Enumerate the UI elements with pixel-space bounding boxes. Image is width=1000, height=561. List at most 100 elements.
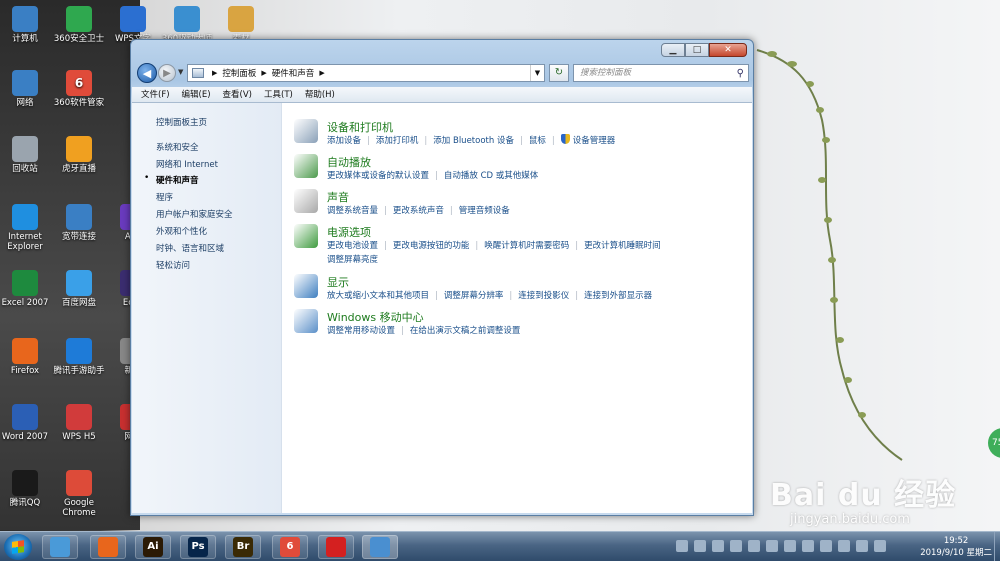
category-icon[interactable] [294,189,318,213]
category-title[interactable]: 电源选项 [327,224,371,240]
menu-help[interactable]: 帮助(H) [305,87,335,102]
chevron-right-icon[interactable]: ▶ [261,69,266,77]
tray-icon[interactable] [802,540,814,552]
sidebar-item-ease-of-access[interactable]: 轻松访问 [156,259,190,271]
category-link[interactable]: 调整屏幕分辨率 [444,291,504,301]
category-link[interactable]: 更改电源按钮的功能 [393,241,470,251]
sidebar-item-programs[interactable]: 程序 [156,191,173,203]
category-title[interactable]: 显示 [327,274,349,290]
category-icon[interactable] [294,274,318,298]
search-icon[interactable]: ⚲ [737,66,744,82]
breadcrumb-control-panel[interactable]: 控制面板 [222,67,256,79]
chevron-right-icon[interactable]: ▶ [319,69,324,77]
category-link[interactable]: 放大或缩小文本和其他项目 [327,291,429,301]
category-title[interactable]: Windows 移动中心 [327,309,424,325]
sidebar-home-link[interactable]: 控制面板主页 [156,116,207,128]
network-icon[interactable] [856,540,868,552]
menu-view[interactable]: 查看(V) [223,87,252,102]
menu-file[interactable]: 文件(F) [141,87,170,102]
tray-icon[interactable] [730,540,742,552]
maximize-button[interactable]: □ [685,43,709,57]
refresh-button[interactable]: ↻ [549,64,569,82]
category-icon[interactable] [294,309,318,333]
desktop-icon[interactable]: Google Chrome [52,470,106,518]
sidebar-item-appearance[interactable]: 外观和个性化 [156,225,207,237]
address-bar[interactable]: ▶ 控制面板 ▶ 硬件和声音 ▶ ▼ [187,64,545,82]
tray-icon[interactable] [820,540,832,552]
category-link[interactable]: 更改电池设置 [327,241,378,251]
taskbar-app-button[interactable]: Ai [135,535,171,559]
category-link[interactable]: 鼠标 [529,136,546,146]
sidebar-item-hardware-sound[interactable]: 硬件和声音 [156,174,199,186]
category-title[interactable]: 自动播放 [327,154,371,170]
desktop-icon[interactable]: Excel 2007 [0,270,52,308]
back-button[interactable]: ◀ [137,63,157,83]
volume-icon[interactable] [874,540,886,552]
taskbar-app-button[interactable] [362,535,398,559]
category-link[interactable]: 添加设备 [327,136,361,146]
taskbar-app-button[interactable] [318,535,354,559]
desktop-icon[interactable]: WPS H5 [52,404,106,442]
category-link[interactable]: 添加 Bluetooth 设备 [433,136,514,146]
category-title[interactable]: 声音 [327,189,349,205]
clock[interactable]: 19:52 2019/9/10 星期二 [920,535,992,559]
desktop-icon[interactable]: 计算机 [0,6,52,44]
category-icon[interactable] [294,119,318,143]
desktop-icon[interactable]: 宽带连接 [52,204,106,242]
chevron-right-icon[interactable]: ▶ [212,69,217,77]
tray-icon[interactable] [838,540,850,552]
start-button[interactable] [4,534,32,560]
floating-speed-badge[interactable]: 75 [988,428,1000,458]
category-icon[interactable] [294,154,318,178]
menu-tools[interactable]: 工具(T) [264,87,293,102]
taskbar-app-button[interactable]: 6 [272,535,308,559]
category-link[interactable]: 调整屏幕亮度 [327,255,378,265]
category-link[interactable]: 唤醒计算机时需要密码 [484,241,569,251]
minimize-button[interactable]: ▁ [661,43,685,57]
desktop-icon[interactable]: 腾讯手游助手 [52,338,106,376]
tray-icon[interactable] [712,540,724,552]
tray-icon[interactable] [694,540,706,552]
desktop-icon[interactable]: 网络 [0,70,52,108]
menu-edit[interactable]: 编辑(E) [182,87,211,102]
sidebar-item-network[interactable]: 网络和 Internet [156,158,218,170]
desktop-icon[interactable]: 360安全卫士 [52,6,106,44]
desktop-icon[interactable]: 6 360软件管家 [52,70,106,108]
desktop-icon[interactable]: 腾讯QQ [0,470,52,508]
search-input[interactable]: 搜索控制面板 ⚲ [573,64,749,82]
category-link[interactable]: 在给出演示文稿之前调整设置 [410,326,521,336]
address-dropdown-icon[interactable]: ▼ [530,65,544,81]
category-link[interactable]: 更改系统声音 [393,206,444,216]
show-desktop-button[interactable] [994,532,1000,561]
tray-icon[interactable] [748,540,760,552]
category-title[interactable]: 设备和打印机 [327,119,393,135]
category-link[interactable]: 更改计算机睡眠时间 [584,241,661,251]
desktop-icon[interactable]: 回收站 [0,136,52,174]
desktop-icon[interactable]: 百度网盘 [52,270,106,308]
taskbar-app-button[interactable] [42,535,78,559]
sidebar-item-clock-region[interactable]: 时钟、语言和区域 [156,242,224,254]
desktop-icon[interactable]: 虎牙直播 [52,136,106,174]
category-link[interactable]: 自动播放 CD 或其他媒体 [444,171,538,181]
tray-icon[interactable] [676,540,688,552]
desktop-icon[interactable]: Firefox [0,338,52,376]
sidebar-item-system-security[interactable]: 系统和安全 [156,141,199,153]
tray-icon[interactable] [766,540,778,552]
category-link[interactable]: 添加打印机 [376,136,419,146]
category-link[interactable]: 连接到投影仪 [518,291,569,301]
desktop-icon[interactable]: Internet Explorer [0,204,52,252]
category-icon[interactable] [294,224,318,248]
tray-icon[interactable] [784,540,796,552]
forward-button[interactable]: ▶ [158,64,176,82]
sidebar-item-user-accounts[interactable]: 用户帐户和家庭安全 [156,208,233,220]
desktop-icon[interactable]: Word 2007 [0,404,52,442]
breadcrumb-hardware-sound[interactable]: 硬件和声音 [272,67,315,79]
taskbar-app-button[interactable]: Br [225,535,261,559]
category-link[interactable]: 调整系统音量 [327,206,378,216]
category-link[interactable]: 设备管理器 [573,136,616,146]
close-button[interactable]: ✕ [709,43,747,57]
taskbar-app-button[interactable]: Ps [180,535,216,559]
category-link[interactable]: 管理音频设备 [459,206,510,216]
recent-pages-dropdown[interactable]: ▼ [178,68,183,76]
taskbar-app-button[interactable] [90,535,126,559]
